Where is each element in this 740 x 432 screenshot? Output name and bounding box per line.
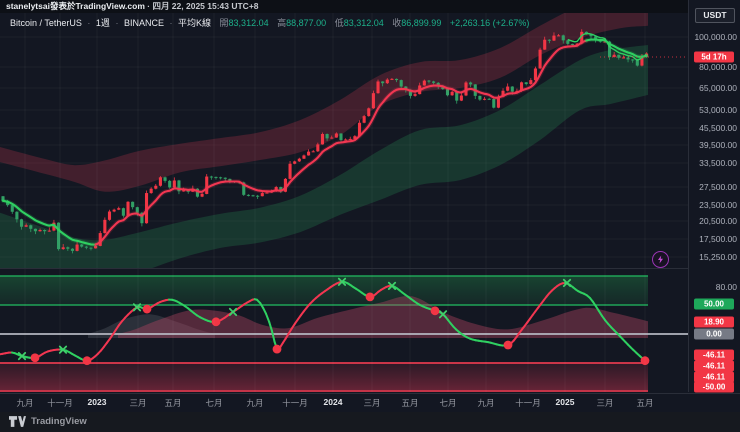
tradingview-logo-icon (9, 416, 26, 427)
price-axis-label: 80,000.00 (699, 62, 737, 72)
time-axis-year-label: 2023 (87, 397, 107, 407)
oscillator-value-badge: -50.00 (694, 381, 734, 393)
price-axis-label: 39,500.00 (699, 140, 737, 150)
open-value: 83,312.04 (228, 18, 269, 28)
oscillator-value-badge: -46.11 (694, 360, 734, 372)
time-axis[interactable]: 九月 十一月 2023 三月 五月 七月 九月 十一月 2024 三月 五月 七月 九月 十一月 2025 三… (0, 393, 740, 413)
time-axis-month-label: 十一月 (515, 398, 541, 408)
high-value: 88,877.00 (286, 18, 327, 28)
time-axis-month-label: 十一月 (282, 398, 308, 408)
oscillator-axis-label: 80.00 (715, 282, 737, 292)
time-axis-month-label: 七月 (205, 398, 223, 408)
price-axis-label: 15,250.00 (699, 252, 737, 262)
time-axis-month-label: 五月 (401, 398, 419, 408)
flash-icon[interactable] (652, 251, 669, 268)
time-axis-year-label: 2024 (323, 397, 343, 407)
candle-countdown-badge: 5d 17h (694, 51, 734, 63)
time-axis-month-label: 三月 (129, 398, 147, 408)
candle-type-label: 平均K線 (178, 18, 212, 28)
price-axis-label: 53,000.00 (699, 105, 737, 115)
price-axis-label: 27,500.00 (699, 182, 737, 192)
time-axis-year-label: 2025 (555, 397, 575, 407)
currency-toggle-button[interactable]: USDT (695, 8, 735, 23)
price-axis-label: 100,000.00 (694, 32, 737, 42)
close-value: 86,899.99 (401, 18, 442, 28)
change-value: +2,263.16 (+2.67%) (449, 18, 530, 28)
oscillator-value-badge: 0.00 (694, 328, 734, 340)
footer-bar: TradingView (0, 412, 740, 432)
tradingview-logo[interactable]: TradingView (9, 416, 87, 427)
symbol-name[interactable]: Bitcoin / TetherUS (10, 18, 82, 28)
time-axis-month-label: 五月 (164, 398, 182, 408)
price-axis-label: 45,500.00 (699, 123, 737, 133)
price-axis-label: 65,000.00 (699, 83, 737, 93)
time-axis-month-label: 七月 (439, 398, 457, 408)
time-axis-month-label: 九月 (246, 398, 264, 408)
interval-label[interactable]: 1週 (96, 18, 110, 28)
tradingview-chart-window: stanelytsai發表於TradingView.com · 四月 22, 2… (0, 0, 740, 432)
time-axis-month-label: 十一月 (47, 398, 73, 408)
price-axis-label: 20,500.00 (699, 216, 737, 226)
time-axis-month-label: 五月 (636, 398, 654, 408)
oscillator-value-badge: -46.11 (694, 349, 734, 361)
exchange-label: BINANCE (123, 18, 164, 28)
time-axis-month-label: 三月 (596, 398, 614, 408)
price-axis-label: 23,500.00 (699, 200, 737, 210)
tradingview-logo-text: TradingView (31, 416, 87, 427)
price-axis-label: 33,500.00 (699, 158, 737, 168)
time-axis-month-label: 九月 (477, 398, 495, 408)
oscillator-value-badge: 50.00 (694, 298, 734, 310)
time-axis-month-label: 三月 (363, 398, 381, 408)
time-axis-month-label: 九月 (16, 398, 34, 408)
symbol-info-bar[interactable]: Bitcoin / TetherUS · 1週 · BINANCE · 平均K線… (10, 16, 529, 29)
price-axis[interactable]: USDT 100,000.00 80,000.00 65,000.00 53,000.… (688, 0, 740, 393)
price-axis-label: 17,500.00 (699, 234, 737, 244)
oscillator-value-badge: 18.90 (694, 316, 734, 328)
chart-canvas[interactable] (0, 0, 740, 432)
low-value: 83,312.04 (343, 18, 384, 28)
